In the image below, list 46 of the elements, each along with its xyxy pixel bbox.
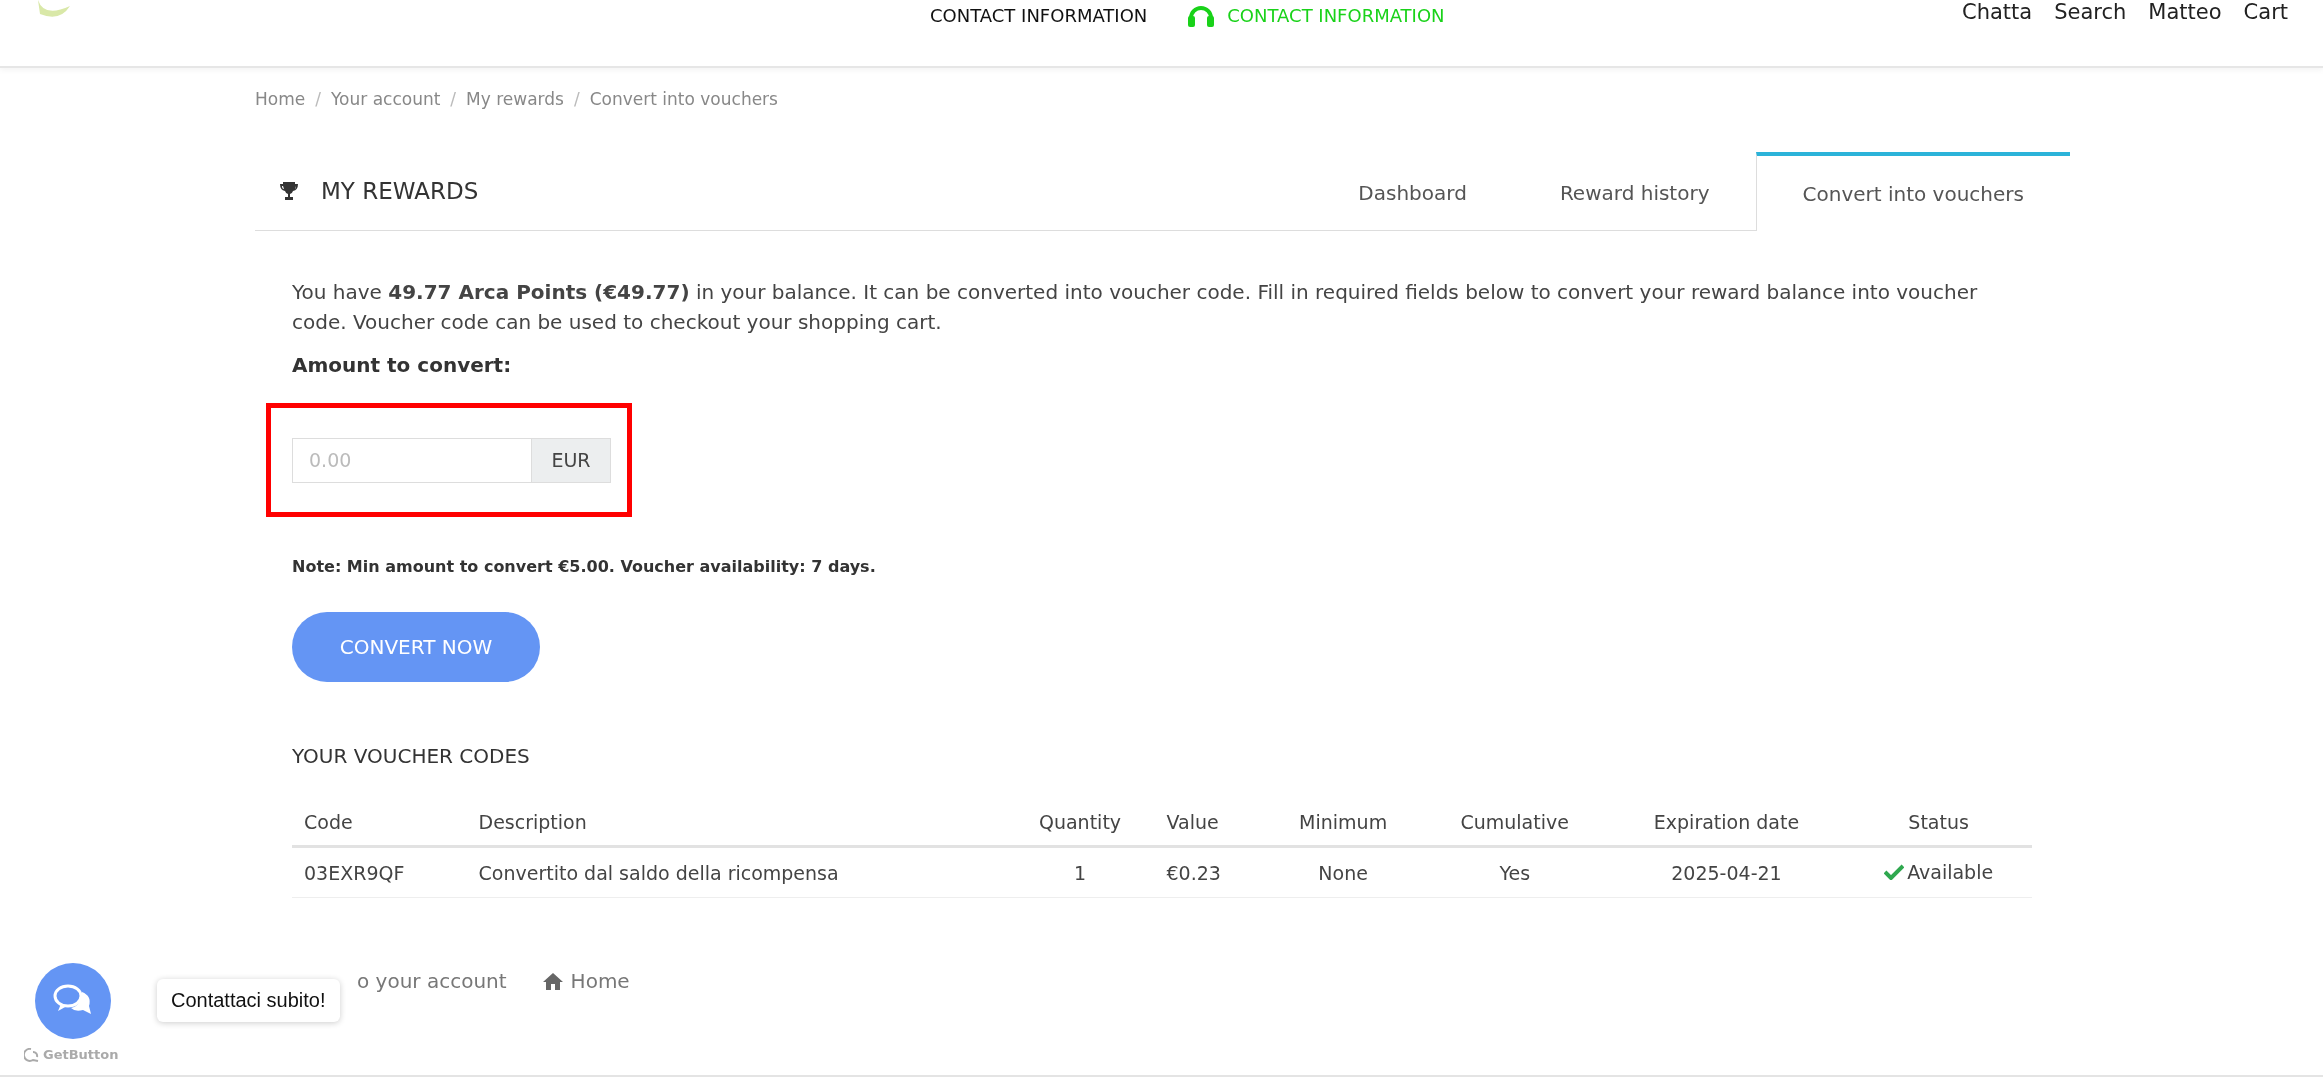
status-text: Available xyxy=(1907,861,1994,883)
breadcrumb-separator: / xyxy=(315,89,321,109)
breadcrumb-link[interactable]: My rewards xyxy=(466,89,564,109)
nav-link[interactable]: CONTACT INFORMATION xyxy=(930,4,1148,26)
breadcrumb-separator: / xyxy=(450,89,457,109)
amount-label: Amount to convert: xyxy=(292,353,513,377)
check-icon xyxy=(1884,864,1905,880)
breadcrumb-link[interactable]: Home xyxy=(255,89,306,109)
breadcrumb-separator: / xyxy=(573,89,580,109)
amount-field[interactable]: 0.00 xyxy=(292,437,532,483)
header-link[interactable]: Matteo xyxy=(2148,0,2222,24)
header-link[interactable]: Chatta xyxy=(1962,0,2033,24)
table-cell: €0.23 xyxy=(1154,846,1265,898)
header-link[interactable]: Search xyxy=(2054,0,2127,24)
chat-tooltip: Contattaci subito! xyxy=(157,979,340,1022)
table-cell: None xyxy=(1264,846,1422,898)
column-header: Value xyxy=(1154,799,1265,847)
convert-button[interactable]: CONVERT NOW xyxy=(292,612,540,682)
breadcrumb-link[interactable]: Your account xyxy=(330,89,441,109)
vouchers-title: YOUR VOUCHER CODES xyxy=(292,744,531,768)
brand-text: GetButton xyxy=(43,1047,119,1062)
brand-icon xyxy=(24,1047,40,1062)
table-cell: Yes xyxy=(1421,846,1608,898)
footer-link[interactable]: o your account xyxy=(357,969,507,993)
column-header: Cumulative xyxy=(1421,799,1608,847)
footer-link[interactable]: Home xyxy=(542,969,630,993)
column-header: Minimum xyxy=(1264,799,1422,847)
table-cell: Convertito dal saldo della ricompensa xyxy=(466,846,1006,898)
table-cell: 2025-04-21 xyxy=(1607,846,1846,898)
table-cell: 1 xyxy=(1005,846,1155,898)
balance-text: You have 49.77 Arca Points (€49.77) in your balance. It can be converted into voucher code. Fill in required fields below to convert your reward balance into voucher code. Voucher code can be used to checkout your shopping cart. xyxy=(292,279,1979,336)
column-header: Code xyxy=(292,799,467,847)
currency-addon: EUR xyxy=(532,437,611,483)
note-text: Note: Min amount to convert €5.00. Voucher availability: 7 days. xyxy=(292,557,877,576)
column-header: Quantity xyxy=(1005,799,1155,847)
tab[interactable]: Convert into vouchers xyxy=(1755,152,2070,231)
home-icon xyxy=(542,972,563,990)
column-header: Description xyxy=(466,799,1006,847)
column-header: Status xyxy=(1845,799,2032,847)
section-title: MY REWARDS xyxy=(321,178,479,204)
trophy-icon xyxy=(279,181,299,201)
header-link[interactable]: Cart xyxy=(2243,0,2288,24)
column-header: Expiration date xyxy=(1607,799,1846,847)
table-cell: 03EXR9QF xyxy=(292,846,467,898)
breadcrumb-link[interactable]: Convert into vouchers xyxy=(589,89,778,109)
brand-link[interactable]: GetButton xyxy=(24,1047,119,1062)
